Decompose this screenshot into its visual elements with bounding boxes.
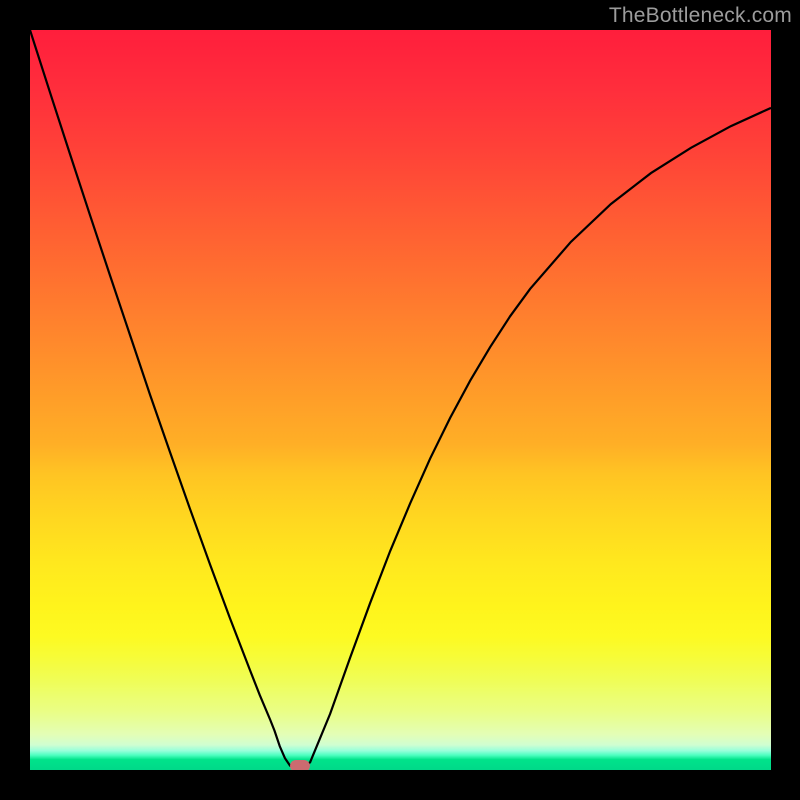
- plot-area: [30, 30, 771, 770]
- watermark-text: TheBottleneck.com: [609, 4, 792, 28]
- chart-frame: TheBottleneck.com: [0, 0, 800, 800]
- curve-path: [30, 30, 771, 770]
- bottleneck-curve: [30, 30, 771, 770]
- optimum-marker: [290, 760, 310, 770]
